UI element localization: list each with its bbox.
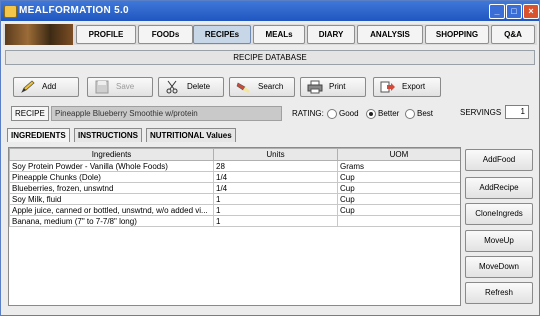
clone-ingreds-button[interactable]: CloneIngreds [465,203,533,225]
move-up-button[interactable]: MoveUp [465,230,533,252]
uom-cell[interactable] [337,215,460,227]
ingredient-cell[interactable]: Pineapple Chunks (Dole) [9,171,214,183]
units-cell[interactable]: 1 [213,215,338,227]
close-button[interactable]: × [523,4,539,19]
uom-cell[interactable]: Cup [337,182,460,194]
units-cell[interactable]: 1/4 [213,171,338,183]
ingredient-cell[interactable]: Soy Protein Powder - Vanilla (Whole Food… [9,160,214,172]
table-row[interactable]: Pineapple Chunks (Dole) 1/4 Cup [9,171,460,183]
flashlight-icon [236,82,250,93]
uom-cell[interactable]: Grams [337,160,460,172]
servings-label: SERVINGS [460,108,502,117]
export-label: Export [402,82,426,91]
add-food-button[interactable]: AddFood [465,149,533,171]
save-button[interactable]: Save [87,77,153,97]
nav-tab-analysis[interactable]: ANALYSIS [357,25,423,44]
nav-tab-qa[interactable]: Q&A [491,25,535,44]
ingredient-cell[interactable]: Soy Milk, fluid [9,193,214,205]
column-header-ingredients[interactable]: Ingredients [9,148,214,161]
database-title: RECIPE DATABASE [5,50,535,65]
rating-best-radio[interactable] [405,109,415,119]
column-header-units[interactable]: Units [213,148,338,161]
uom-cell[interactable]: Cup [337,193,460,205]
tab-instructions[interactable]: INSTRUCTIONS [74,128,142,142]
ingredient-cell[interactable]: Banana, medium (7" to 7-7/8" long) [9,215,214,227]
save-label: Save [116,82,135,91]
logo-image [5,24,73,45]
export-button[interactable]: Export [373,77,441,97]
table-row[interactable]: Apple juice, canned or bottled, unswtnd,… [9,204,460,216]
print-label: Print [329,82,346,91]
rating-better-label: Better [378,109,400,118]
units-cell[interactable]: 1 [213,204,338,216]
servings-input[interactable]: 1 [505,105,529,119]
add-recipe-button[interactable]: AddRecipe [465,177,533,199]
scissors-icon [166,80,178,94]
print-button[interactable]: Print [300,77,366,97]
floppy-disk-icon [95,80,109,94]
window-title: MEALFORMATION 5.0 [19,5,129,16]
main-nav: PROFILE FOODs RECIPEs MEALs DIARY ANALYS… [3,24,537,45]
refresh-button[interactable]: Refresh [465,282,533,304]
uom-cell[interactable]: Cup [337,171,460,183]
delete-button[interactable]: Delete [158,77,224,97]
move-down-button[interactable]: MoveDown [465,256,533,278]
printer-icon [307,80,323,94]
nav-tab-meals[interactable]: MEALs [253,25,305,44]
table-row[interactable]: Soy Protein Powder - Vanilla (Whole Food… [9,160,460,172]
units-cell[interactable]: 28 [213,160,338,172]
table-row[interactable]: Soy Milk, fluid 1 Cup [9,193,460,205]
nav-tab-recipes[interactable]: RECIPEs [193,25,251,44]
title-bar: MEALFORMATION 5.0 _ □ × [1,1,539,21]
rating-good-radio[interactable] [327,109,337,119]
app-icon [4,5,17,18]
minimize-button[interactable]: _ [489,4,505,19]
nav-tab-profile[interactable]: PROFILE [76,25,136,44]
ingredient-cell[interactable]: Blueberries, frozen, unswtnd [9,182,214,194]
table-row[interactable]: Banana, medium (7" to 7-7/8" long) 1 [9,215,460,227]
column-header-uom[interactable]: UOM [337,148,460,161]
nav-tab-diary[interactable]: DIARY [307,25,355,44]
units-cell[interactable]: 1/4 [213,182,338,194]
maximize-button[interactable]: □ [506,4,522,19]
nav-tab-foods[interactable]: FOODs [138,25,193,44]
rating-good-label: Good [339,109,359,118]
delete-label: Delete [187,82,211,91]
rating-label: RATING: [292,109,324,118]
rating-best-label: Best [417,109,434,118]
ingredient-cell[interactable]: Apple juice, canned or bottled, unswtnd,… [9,204,214,216]
recipe-label: RECIPE [11,106,49,121]
search-button[interactable]: Search [229,77,295,97]
pencil-icon [21,80,35,93]
nav-tab-shopping[interactable]: SHOPPING [425,25,489,44]
ingredients-table[interactable]: Ingredients Units UOM Soy Protein Powder… [8,147,461,306]
add-label: Add [42,82,57,91]
recipe-name-field[interactable]: Pineapple Blueberry Smoothie w/protein [51,106,282,121]
units-cell[interactable]: 1 [213,193,338,205]
rating-better-radio[interactable] [366,109,376,119]
add-button[interactable]: Add [13,77,79,97]
search-label: Search [258,82,284,91]
app-window: MEALFORMATION 5.0 _ □ × PROFILE FOODs RE… [0,0,540,316]
export-arrow-icon [380,81,395,93]
tab-nutritional-values[interactable]: NUTRITIONAL Values [146,128,236,142]
uom-cell[interactable]: Cup [337,204,460,216]
table-row[interactable]: Blueberries, frozen, unswtnd 1/4 Cup [9,182,460,194]
tab-ingredients[interactable]: INGREDIENTS [7,128,70,142]
